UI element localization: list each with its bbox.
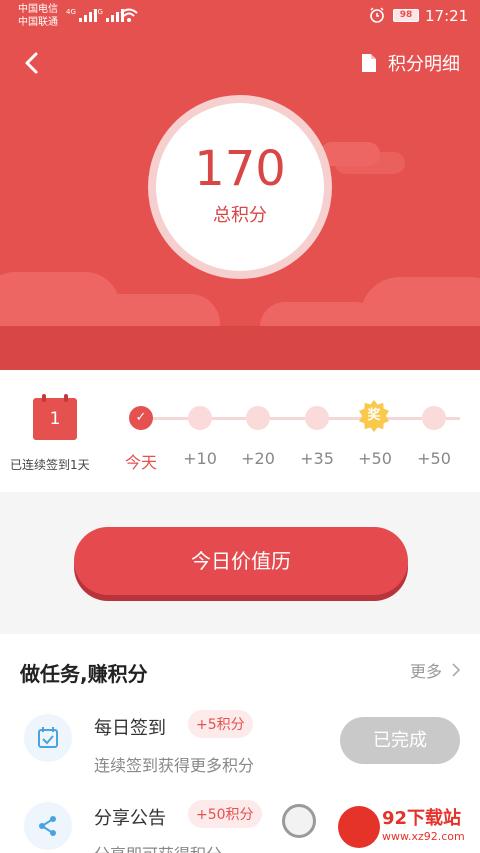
back-button[interactable] [18, 48, 48, 78]
check-icon: ✓ [129, 406, 153, 430]
prize-label: 奖 [367, 408, 381, 423]
task-title: 每日签到 [94, 718, 166, 739]
total-score-label: 总积分 [213, 205, 267, 226]
signin-progress: 1 已连续签到1天 ✓ 奖 今天 +10 +20 +35 +50 +50 [0, 370, 480, 492]
alarm-icon [370, 7, 384, 23]
watermark-name: 92下载站 [382, 808, 462, 829]
calendar-check-icon [24, 714, 72, 762]
watermark: 92下载站 www.xz92.com [278, 800, 480, 853]
day-dot [305, 406, 329, 430]
streak-label: 已连续签到1天 [10, 458, 90, 472]
chevron-right-icon [452, 663, 460, 677]
task-completed-button[interactable]: 已完成 [340, 717, 460, 764]
today-value-calendar-button[interactable]: 今日价值历 [74, 527, 408, 595]
network-type-1: 4G [66, 8, 76, 16]
watermark-url: www.xz92.com [382, 830, 465, 843]
day-dot [422, 406, 446, 430]
task-points-badge: +50积分 [188, 800, 262, 828]
day-label: +50 [358, 449, 392, 468]
day-label: +50 [417, 449, 451, 468]
day-label: +10 [183, 449, 217, 468]
total-score: 170 [194, 141, 286, 197]
network-type-2: 3G [93, 8, 103, 16]
status-time: 17:21 [425, 7, 469, 25]
score-circle: 170 总积分 [148, 95, 332, 279]
action-area: 今日价值历 [0, 492, 480, 632]
status-bar: 中国电信 中国联通 4G 3G 98 17:21 [0, 0, 480, 32]
carrier-info: 中国电信 中国联通 [18, 3, 58, 29]
points-header: 积分明细 170 总积分 [0, 32, 480, 370]
carrier-1: 中国电信 [18, 4, 58, 15]
task-points-badge: +5积分 [188, 710, 253, 738]
horizon-decoration [0, 326, 480, 370]
day-dot [188, 406, 212, 430]
battery-indicator: 98 [393, 9, 419, 22]
more-label: 更多 [409, 662, 442, 681]
prize-icon: 奖 [358, 400, 390, 432]
streak-day-number: 1 [49, 409, 61, 429]
tasks-title: 做任务,赚积分 [20, 662, 148, 686]
calendar-icon: 1 [33, 394, 77, 440]
task-description: 分享即可获得积分 [94, 841, 222, 853]
day-dot [246, 406, 270, 430]
task-description: 连续签到获得更多积分 [94, 756, 255, 775]
day-label: +35 [300, 449, 334, 468]
wifi-icon [120, 8, 138, 22]
watermark-c-logo [282, 804, 316, 838]
cloud-decoration [335, 152, 405, 174]
points-detail-link[interactable]: 积分明细 [362, 50, 460, 76]
watermark-logo [338, 806, 380, 848]
points-detail-label: 积分明细 [388, 54, 460, 75]
day-label: +20 [241, 449, 275, 468]
progress-track [135, 417, 460, 420]
carrier-2: 中国联通 [18, 17, 58, 28]
share-icon [24, 802, 72, 850]
day-label: 今天 [124, 453, 157, 472]
more-link[interactable]: 更多 [410, 658, 460, 682]
document-icon [362, 54, 376, 72]
task-title: 分享公告 [94, 808, 166, 829]
